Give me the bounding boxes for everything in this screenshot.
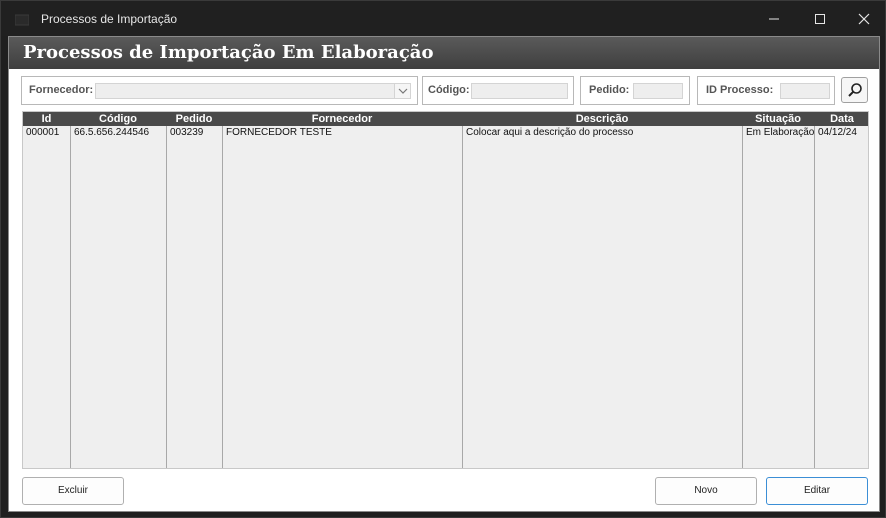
maximize-button[interactable] (797, 1, 843, 36)
minimize-button[interactable] (751, 1, 797, 36)
cell-situacao[interactable]: Em Elaboração (743, 126, 814, 140)
cell-descricao[interactable]: Colocar aqui a descrição do processo (463, 126, 742, 140)
chevron-down-icon (398, 88, 408, 94)
column-header-data[interactable]: Data (814, 112, 868, 126)
fornecedor-dropdown-button[interactable] (394, 84, 410, 98)
id-processo-label: ID Processo: (706, 84, 774, 96)
column-divider (166, 126, 167, 468)
column-header-situacao[interactable]: Situação (742, 112, 814, 126)
form-client-area: Processos de Importação Em Elaboração Fo… (8, 36, 880, 512)
codigo-label: Código: (428, 84, 470, 96)
id-processo-input[interactable] (780, 83, 830, 99)
pedido-input[interactable] (633, 83, 683, 99)
search-button[interactable] (841, 77, 868, 103)
column-header-fornecedor[interactable]: Fornecedor (222, 112, 462, 126)
id-processo-filter: ID Processo: (697, 76, 835, 105)
cell-pedido[interactable]: 003239 (167, 126, 222, 140)
fornecedor-filter: Fornecedor: (21, 76, 418, 105)
cell-id[interactable]: 000001 (23, 126, 70, 140)
column-divider (742, 126, 743, 468)
title-bar[interactable]: Processos de Importação (1, 1, 885, 36)
column-header-id[interactable]: Id (23, 112, 70, 126)
pedido-label: Pedido: (589, 84, 630, 96)
close-icon (858, 13, 870, 25)
window-title: Processos de Importação (41, 12, 178, 26)
close-button[interactable] (841, 1, 886, 36)
editar-button[interactable]: Editar (766, 477, 868, 505)
app-icon (14, 13, 30, 26)
maximize-icon (815, 14, 825, 24)
minimize-icon (769, 18, 779, 20)
page-title: Processos de Importação Em Elaboração (23, 42, 434, 63)
header-banner: Processos de Importação Em Elaboração (9, 37, 879, 69)
cell-data[interactable]: 04/12/24 (815, 126, 868, 140)
processes-grid[interactable]: Id Código Pedido Fornecedor Descrição Si… (22, 111, 869, 469)
pedido-filter: Pedido: (580, 76, 690, 105)
column-divider (222, 126, 223, 468)
column-header-pedido[interactable]: Pedido (166, 112, 222, 126)
cell-fornecedor[interactable]: FORNECEDOR TESTE (223, 126, 462, 140)
grid-header: Id Código Pedido Fornecedor Descrição Si… (23, 112, 868, 126)
fornecedor-combobox[interactable] (95, 83, 411, 99)
column-divider (462, 126, 463, 468)
column-header-descricao[interactable]: Descrição (462, 112, 742, 126)
cell-codigo[interactable]: 66.5.656.244546 (71, 126, 166, 140)
excluir-button[interactable]: Excluir (22, 477, 124, 505)
codigo-input[interactable] (471, 83, 568, 99)
search-icon (848, 83, 862, 97)
novo-button[interactable]: Novo (655, 477, 757, 505)
codigo-filter: Código: (422, 76, 574, 105)
column-divider (814, 126, 815, 468)
column-header-codigo[interactable]: Código (70, 112, 166, 126)
column-divider (70, 126, 71, 468)
fornecedor-label: Fornecedor: (29, 84, 94, 96)
app-window: Processos de Importação Processos de Imp… (0, 0, 886, 518)
